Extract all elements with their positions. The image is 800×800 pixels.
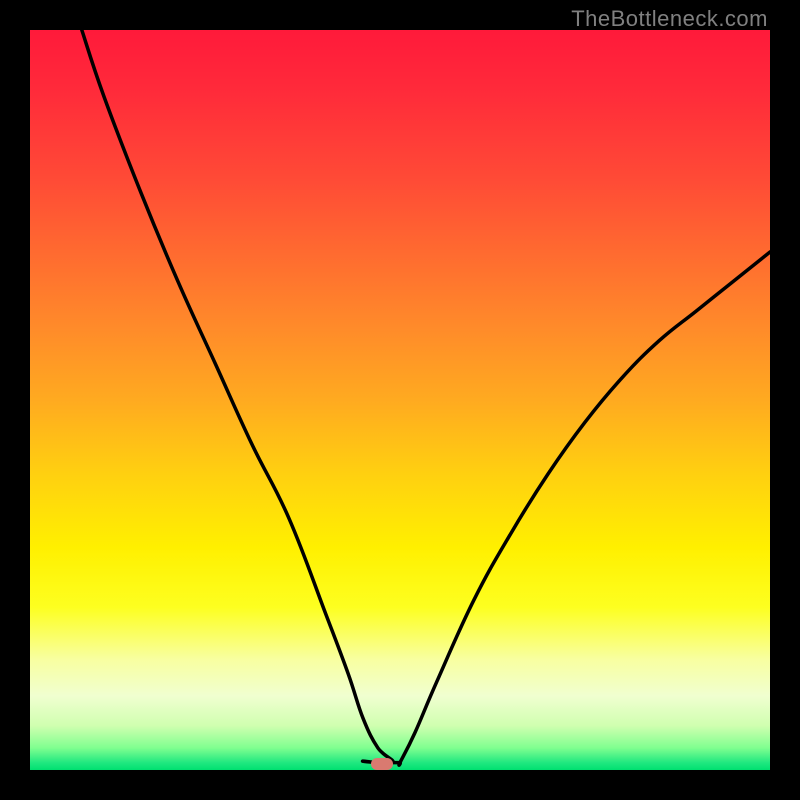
plot-area (30, 30, 770, 770)
curve-path (82, 30, 770, 765)
bottleneck-curve (30, 30, 770, 770)
watermark-text: TheBottleneck.com (571, 6, 768, 32)
chart-container: TheBottleneck.com (0, 0, 800, 800)
optimum-marker (371, 758, 393, 770)
